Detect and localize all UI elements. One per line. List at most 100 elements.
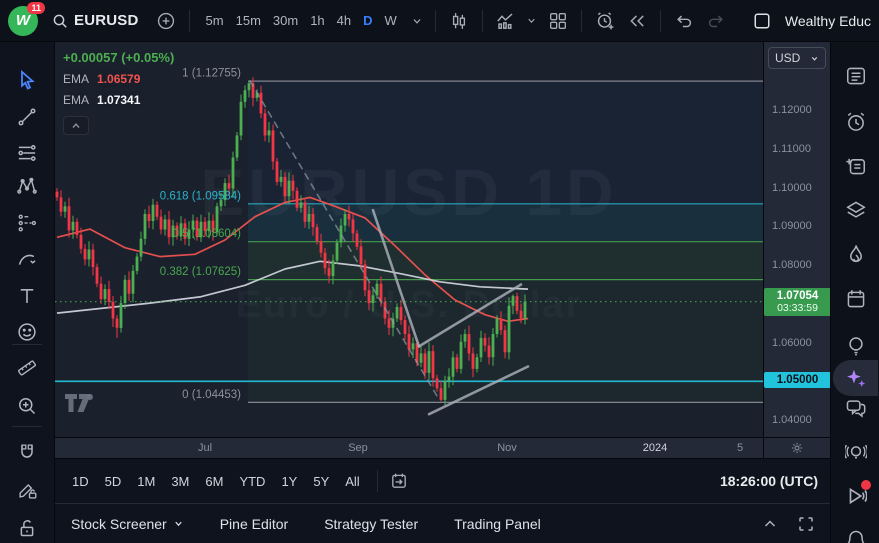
add-symbol-button[interactable] bbox=[153, 7, 179, 35]
session-clock[interactable]: 18:26:00 (UTC) bbox=[720, 473, 820, 489]
account-name[interactable]: Wealthy Educ bbox=[785, 13, 871, 29]
xabcd-pattern-icon bbox=[17, 176, 37, 196]
tab-strategy-tester[interactable]: Strategy Tester bbox=[324, 516, 418, 532]
tab-stock-screener[interactable]: Stock Screener bbox=[71, 516, 184, 532]
lock-all-drawings[interactable] bbox=[13, 514, 41, 542]
ideas-button[interactable] bbox=[842, 332, 869, 359]
currency-selector[interactable]: USD bbox=[768, 47, 826, 69]
hotlist-flame-icon bbox=[845, 243, 867, 265]
measure-tool[interactable] bbox=[13, 354, 41, 382]
timeframe-4h[interactable]: 4h bbox=[331, 9, 357, 32]
time-axis[interactable]: JulSepNov20245 bbox=[55, 437, 763, 458]
app-logo[interactable]: W 11 bbox=[8, 6, 38, 36]
toolbar-divider bbox=[377, 470, 378, 492]
legend-collapse-button[interactable] bbox=[63, 116, 89, 135]
text-tool[interactable] bbox=[13, 282, 41, 310]
svg-text:1 (1.12755): 1 (1.12755) bbox=[182, 68, 241, 80]
zoom-in-tool[interactable] bbox=[13, 392, 41, 420]
magnet-mode[interactable] bbox=[13, 438, 41, 466]
drawing-mode-lock[interactable] bbox=[13, 476, 41, 504]
streams-button[interactable] bbox=[842, 438, 869, 465]
svg-text:0.618 (1.09584): 0.618 (1.09584) bbox=[160, 190, 241, 202]
price-tick: 1.12000 bbox=[772, 104, 812, 116]
top-toolbar: W 11 EURUSD 5m15m30m1h4hDW bbox=[0, 0, 879, 42]
redo-button[interactable] bbox=[703, 7, 729, 35]
chart-style-button[interactable] bbox=[446, 7, 472, 35]
journal-plus-icon bbox=[845, 155, 867, 177]
hotlists-button[interactable] bbox=[842, 240, 869, 267]
timeframe-D[interactable]: D bbox=[357, 9, 378, 32]
timeframe-menu-button[interactable] bbox=[409, 7, 425, 35]
ema-slow-value: 1.07341 bbox=[97, 93, 140, 107]
object-tree-button[interactable] bbox=[842, 196, 869, 223]
candles-icon bbox=[450, 12, 468, 30]
alerts-button[interactable] bbox=[842, 108, 869, 135]
cursor-tool[interactable] bbox=[13, 66, 41, 94]
brush-tool[interactable] bbox=[13, 245, 41, 273]
tab-trading-panel[interactable]: Trading Panel bbox=[454, 516, 541, 532]
axis-settings[interactable] bbox=[763, 437, 830, 458]
panel-tabs: Stock Screener Pine Editor Strategy Tester… bbox=[71, 516, 541, 532]
fullscreen-button[interactable] bbox=[798, 516, 814, 532]
range-all[interactable]: All bbox=[338, 470, 366, 493]
range-6m[interactable]: 6M bbox=[198, 470, 230, 493]
range-ytd[interactable]: YTD bbox=[232, 470, 272, 493]
go-to-date-button[interactable] bbox=[386, 467, 412, 495]
calendar-button[interactable] bbox=[842, 285, 869, 312]
journal-button[interactable] bbox=[842, 152, 869, 179]
timeframe-1h[interactable]: 1h bbox=[304, 9, 330, 32]
expand-panel-button[interactable] bbox=[762, 516, 778, 532]
range-3m[interactable]: 3M bbox=[164, 470, 196, 493]
drawing-lock-icon bbox=[17, 480, 37, 500]
timeframe-W[interactable]: W bbox=[379, 9, 403, 32]
watchlist-button[interactable] bbox=[842, 62, 869, 89]
video-button[interactable] bbox=[842, 482, 869, 509]
ema-fast-row[interactable]: EMA1.06579 bbox=[63, 72, 174, 86]
calendar-icon bbox=[845, 288, 867, 310]
price-tick: 1.06000 bbox=[772, 337, 812, 349]
last-price-badge: 1.07054 03:33:59 bbox=[764, 288, 831, 316]
symbol-search[interactable]: EURUSD bbox=[44, 8, 147, 33]
tab-pine-editor[interactable]: Pine Editor bbox=[220, 516, 288, 532]
range-5d[interactable]: 5D bbox=[98, 470, 129, 493]
notification-badge: 11 bbox=[27, 2, 45, 14]
range-1d[interactable]: 1D bbox=[65, 470, 96, 493]
chat-button[interactable] bbox=[842, 394, 869, 421]
time-tick-2024: 2024 bbox=[643, 442, 667, 454]
zoom-in-icon bbox=[17, 396, 37, 416]
watchlist-icon bbox=[845, 65, 867, 87]
timeframe-15m[interactable]: 15m bbox=[230, 9, 267, 32]
timeframe-5m[interactable]: 5m bbox=[200, 9, 230, 32]
svg-text:0.382 (1.07625): 0.382 (1.07625) bbox=[160, 266, 241, 278]
range-1y[interactable]: 1Y bbox=[274, 470, 304, 493]
ai-assistant-button[interactable] bbox=[842, 364, 869, 391]
toolbar-divider bbox=[581, 10, 582, 32]
pattern-tool[interactable] bbox=[13, 172, 41, 200]
svg-text:0 (1.04453): 0 (1.04453) bbox=[182, 389, 241, 401]
drawing-toolbar bbox=[0, 42, 55, 543]
emoji-tool[interactable] bbox=[13, 318, 41, 346]
timeframe-30m[interactable]: 30m bbox=[267, 9, 304, 32]
bar-replay-button[interactable] bbox=[624, 7, 650, 35]
cursor-icon bbox=[17, 70, 37, 90]
indicators-icon bbox=[496, 11, 515, 30]
tradingview-logo[interactable] bbox=[65, 394, 99, 413]
notifications-button[interactable] bbox=[842, 526, 869, 543]
indicators-menu-button[interactable] bbox=[525, 7, 539, 35]
create-alert-button[interactable] bbox=[592, 7, 618, 35]
range-1m[interactable]: 1M bbox=[130, 470, 162, 493]
price-axis[interactable]: USD 1.120001.110001.100001.090001.080001… bbox=[763, 42, 830, 437]
undo-button[interactable] bbox=[671, 7, 697, 35]
layout-grid-button[interactable] bbox=[545, 7, 571, 35]
magnet-icon bbox=[17, 442, 37, 462]
ema-slow-row[interactable]: EMA1.07341 bbox=[63, 93, 174, 107]
object-tree-icon bbox=[845, 199, 867, 221]
range-5y[interactable]: 5Y bbox=[306, 470, 336, 493]
fib-retracement-tool[interactable] bbox=[13, 139, 41, 167]
toolbar-divider bbox=[482, 10, 483, 32]
chart-pane[interactable]: EURUSD 1D Euro / U.S. Dollar 1 (1.12755)… bbox=[55, 42, 763, 437]
indicators-button[interactable] bbox=[493, 7, 519, 35]
forecast-tool[interactable] bbox=[13, 209, 41, 237]
trendline-tool[interactable] bbox=[13, 103, 41, 131]
save-layout-button[interactable] bbox=[749, 7, 775, 35]
